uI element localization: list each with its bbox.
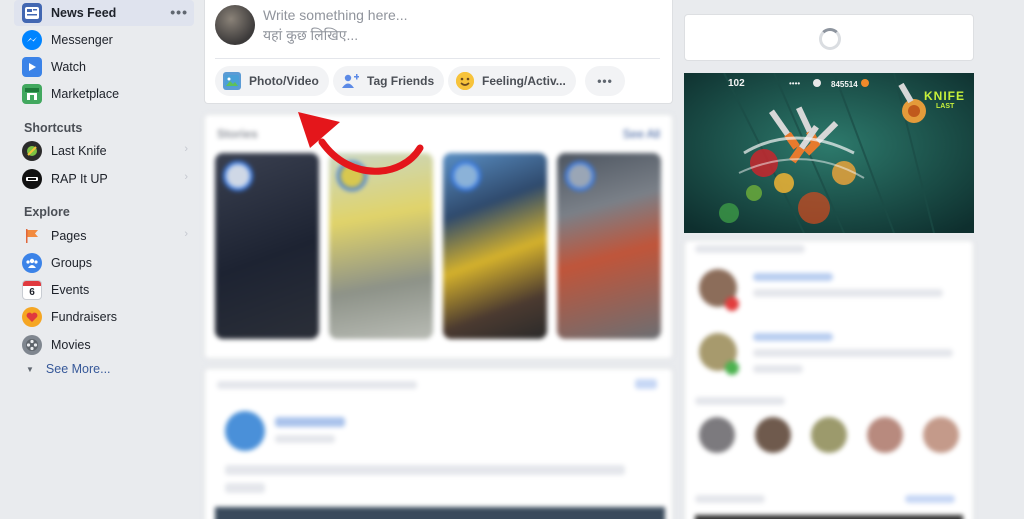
detail-bar [753, 349, 953, 357]
game-coins: 845514 [831, 80, 858, 89]
see-all-link[interactable]: See All [623, 127, 660, 141]
game-logo-knife: KNIFE [924, 89, 965, 103]
sidebar-item-label: RAP It UP [51, 172, 108, 186]
fundraisers-heart-icon [22, 307, 42, 327]
section-title-bar [695, 397, 785, 405]
story-avatar [565, 161, 595, 191]
right-rail-suggestions [684, 240, 974, 519]
news-feed-icon [22, 3, 42, 23]
story-card[interactable] [557, 153, 661, 339]
story-avatar [451, 161, 481, 191]
last-knife-icon [22, 141, 42, 161]
sidebar-item-label: News Feed [51, 6, 117, 20]
feed-post [204, 368, 673, 519]
chevron-right-icon: › [184, 143, 188, 155]
sidebar-item-label: Fundraisers [51, 310, 117, 324]
watch-icon [22, 57, 42, 77]
sidebar-item-events[interactable]: 6 Events [14, 277, 194, 303]
sidebar-item-label: Groups [51, 256, 92, 270]
movies-reel-icon [22, 335, 42, 355]
sidebar-item-label: Watch [51, 60, 86, 74]
pages-flag-icon [22, 226, 42, 246]
friend-avatar [699, 417, 735, 453]
more-actions-button[interactable]: ••• [585, 66, 625, 96]
game-ad-banner[interactable]: •••• 102 845514 KNIFE LAST [684, 73, 974, 233]
link-bar [905, 495, 955, 503]
caret-down-icon: ▼ [26, 364, 34, 374]
section-title-bar [695, 495, 765, 503]
composer-input-hindi[interactable]: यहां कुछ लिखिए... [263, 26, 358, 45]
smiley-icon [456, 72, 474, 90]
annotation-arrow [298, 112, 424, 175]
story-card[interactable] [443, 153, 547, 339]
groups-icon [22, 253, 42, 273]
shortcuts-heading: Shortcuts [24, 121, 83, 135]
tag-friends-icon [341, 72, 359, 90]
post-header-bar [217, 381, 417, 389]
divider [215, 58, 660, 59]
messenger-icon [22, 30, 42, 50]
sidebar-item-last-knife[interactable]: Last Knife › [14, 138, 194, 164]
see-more-label: See More... [45, 362, 111, 376]
badge-icon [725, 361, 739, 375]
name-bar [753, 273, 833, 281]
photo-icon [223, 72, 241, 90]
post-text-bar [225, 465, 625, 475]
post-time-bar [275, 435, 335, 443]
left-sidebar: News Feed ••• Messenger Watch Marketplac… [0, 0, 196, 519]
user-avatar[interactable] [215, 5, 255, 45]
sidebar-item-label: Pages [51, 229, 87, 243]
loading-spinner-icon [819, 28, 841, 50]
sidebar-item-label: Movies [51, 338, 91, 352]
tag-friends-button[interactable]: Tag Friends [333, 66, 445, 96]
sidebar-item-rap-it-up[interactable]: RAP It UP › [14, 166, 194, 192]
post-author-bar [275, 417, 345, 427]
post-text-bar [225, 483, 265, 493]
sidebar-item-movies[interactable]: Movies [14, 332, 194, 358]
friend-avatar [755, 417, 791, 453]
svg-text:••••: •••• [789, 79, 800, 88]
marketplace-icon [22, 84, 42, 104]
sidebar-item-label: Last Knife [51, 144, 107, 158]
composer-input[interactable]: Write something here... [263, 7, 407, 23]
explore-heading: Explore [24, 205, 70, 219]
media-strip [695, 515, 963, 519]
events-calendar-icon: 6 [22, 280, 42, 300]
post-author-avatar [225, 411, 265, 451]
sidebar-item-label: Messenger [51, 33, 113, 47]
sidebar-item-label: Events [51, 283, 90, 297]
story-avatar [223, 161, 253, 191]
sidebar-item-label: Marketplace [51, 87, 120, 101]
friend-avatar [867, 417, 903, 453]
badge-icon [725, 297, 739, 311]
section-title-bar [695, 245, 805, 253]
more-options-icon[interactable]: ••• [170, 4, 188, 20]
sidebar-item-news-feed[interactable]: News Feed ••• [14, 0, 194, 26]
see-more-link[interactable]: ▼ See More... [26, 362, 111, 376]
post-options [635, 379, 657, 389]
photo-video-button[interactable]: Photo/Video [215, 66, 329, 96]
chevron-right-icon: › [184, 228, 188, 240]
detail-bar [753, 365, 803, 373]
post-composer: Write something here... यहां कुछ लिखिए..… [204, 0, 673, 104]
chevron-right-icon: › [184, 171, 188, 183]
stories-title: Stories [217, 127, 258, 141]
sidebar-item-marketplace[interactable]: Marketplace [14, 81, 194, 107]
friend-avatar [811, 417, 847, 453]
sidebar-item-fundraisers[interactable]: Fundraisers [14, 304, 194, 330]
name-bar [753, 333, 833, 341]
game-logo-last: LAST [936, 103, 955, 110]
rap-it-up-icon [22, 169, 42, 189]
detail-bar [753, 289, 943, 297]
game-score: 102 [728, 78, 745, 89]
friend-avatar [923, 417, 959, 453]
post-image [215, 507, 665, 519]
feeling-activity-button[interactable]: Feeling/Activ... [448, 66, 576, 96]
sidebar-item-watch[interactable]: Watch [14, 54, 194, 80]
sidebar-item-pages[interactable]: Pages › [14, 223, 194, 249]
sidebar-item-messenger[interactable]: Messenger [14, 27, 194, 53]
sidebar-item-groups[interactable]: Groups [14, 250, 194, 276]
loading-card [684, 14, 974, 61]
